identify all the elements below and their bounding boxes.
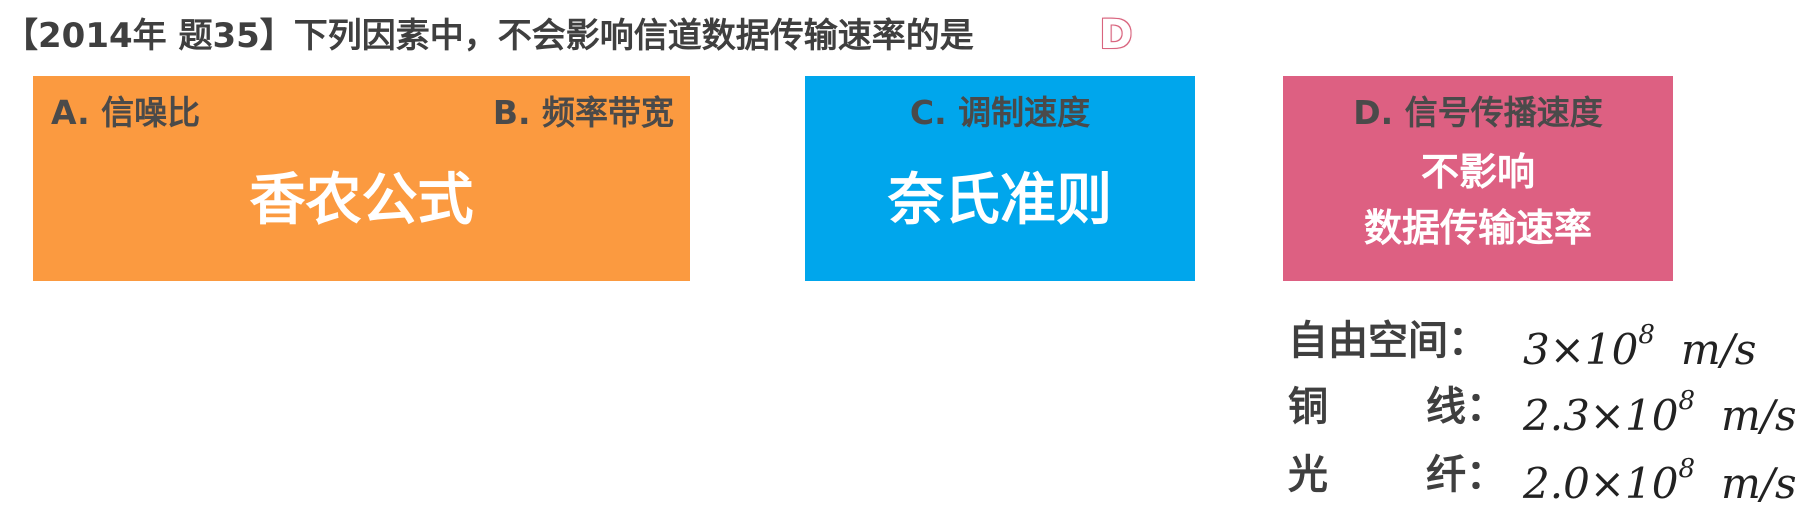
speed-mantissa: 3×10	[1523, 325, 1639, 374]
speed-label-part-2: 线：	[1426, 384, 1506, 430]
speed-label-part-1: 光	[1288, 452, 1328, 498]
option-d-label: D. 信号传播速度	[1353, 93, 1603, 132]
speed-value: 2.3×108 m/s	[1523, 377, 1797, 446]
propagation-box: D. 信号传播速度 不影响 数据传输速率	[1283, 76, 1673, 281]
nyquist-criterion-label: 奈氏准则	[888, 168, 1112, 233]
speed-label: 自由空间：	[1288, 318, 1488, 364]
speed-unit: m/s	[1720, 459, 1797, 508]
speed-exponent: 8	[1678, 386, 1695, 416]
nyquist-box: C. 调制速度 奈氏准则	[805, 76, 1195, 281]
speed-mantissa: 2.0×10	[1523, 459, 1679, 508]
speed-value: 2.0×108 m/s	[1523, 445, 1797, 514]
speed-label-part-2: 纤：	[1426, 452, 1506, 498]
no-effect-line-2: 数据传输速率	[1363, 206, 1592, 250]
no-effect-line-1: 不影响	[1420, 150, 1535, 194]
answer-badge: D	[1098, 12, 1133, 58]
speed-exponent: 8	[1638, 320, 1655, 350]
no-effect-note: 不影响 数据传输速率	[1283, 144, 1673, 256]
speed-exponent: 8	[1678, 454, 1695, 484]
shannon-box: A. 信噪比 B. 频率带宽 香农公式	[33, 76, 690, 281]
option-b-label: B. 频率带宽	[492, 93, 674, 132]
shannon-formula-label: 香农公式	[249, 168, 474, 233]
speed-unit: m/s	[1680, 325, 1757, 374]
question-title: 【2014年 题35】下列因素中，不会影响信道数据传输速率的是	[4, 16, 974, 56]
speed-unit: m/s	[1720, 391, 1797, 440]
option-c-label: C. 调制速度	[909, 93, 1091, 132]
speed-label-part-1: 铜	[1288, 384, 1328, 430]
speed-mantissa: 2.3×10	[1523, 391, 1679, 440]
speed-value: 3×108 m/s	[1523, 311, 1756, 380]
option-a-label: A. 信噪比	[51, 93, 201, 132]
